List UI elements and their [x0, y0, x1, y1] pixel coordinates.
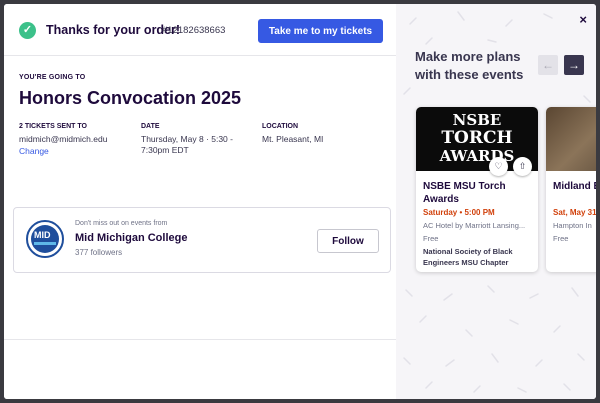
event-card-organizer: National Society of Black Engineers MSU …: [423, 247, 513, 267]
order-number: #12182638663: [162, 25, 226, 36]
order-confirmation-modal: ✓ Thanks for your order! #12182638663 Ta…: [4, 4, 596, 399]
recipient-email: midmich@midmich.edu: [19, 134, 108, 144]
tickets-sent-section: 2 TICKETS SENT TO midmich@midmich.edu Ch…: [19, 123, 139, 156]
order-header: ✓ Thanks for your order! #12182638663 Ta…: [4, 4, 396, 56]
event-card-price: Free: [423, 234, 439, 243]
share-icon[interactable]: ⇧: [513, 157, 532, 176]
event-card[interactable]: NSBE TORCH AWARDS ♡ ⇧ NSBE MSU Torch Awa…: [416, 107, 538, 272]
checkmark-icon: ✓: [19, 22, 36, 39]
location-label: LOCATION: [262, 123, 299, 130]
recommendations-heading: Make more plans with these events: [415, 49, 524, 82]
organizer-name[interactable]: Mid Michigan College: [75, 232, 187, 244]
take-me-to-tickets-button[interactable]: Take me to my tickets: [258, 19, 383, 43]
section-divider: [4, 339, 396, 340]
event-card-title[interactable]: NSBE MSU Torch Awards: [423, 180, 535, 206]
change-email-link[interactable]: Change: [19, 146, 139, 156]
carousel-prev-arrow-icon[interactable]: ←: [538, 55, 558, 75]
heart-icon[interactable]: ♡: [489, 157, 508, 176]
event-card-venue: Hampton In: [553, 221, 592, 230]
carousel-next-arrow-icon[interactable]: →: [564, 55, 584, 75]
date-section: DATE Thursday, May 8 · 5:30 - 7:30pm EDT: [141, 123, 259, 156]
event-title: Honors Convocation 2025: [19, 88, 242, 108]
date-label: DATE: [141, 123, 160, 130]
date-value: Thursday, May 8 · 5:30 - 7:30pm EDT: [141, 134, 233, 155]
follower-count: 377 followers: [75, 248, 123, 257]
event-card-price: Free: [553, 234, 569, 243]
organizer-follow-card: MID Don't miss out on events from Mid Mi…: [13, 207, 391, 273]
event-card-title[interactable]: Midland Epoxy F: [553, 180, 596, 193]
location-value: Mt. Pleasant, MI: [262, 134, 324, 144]
event-card-image: [546, 107, 596, 171]
organizer-logo-text: MID: [34, 230, 51, 240]
going-to-label: YOU'RE GOING TO: [19, 74, 86, 81]
event-card-date: Saturday • 5:00 PM: [423, 208, 495, 217]
close-icon[interactable]: ×: [579, 12, 587, 27]
location-section: LOCATION Mt. Pleasant, MI: [262, 123, 382, 145]
card-image-line: NSBE: [452, 111, 502, 129]
recommendations-panel: × Make more plans with these events ← → …: [396, 4, 596, 399]
organizer-logo: MID: [26, 220, 64, 258]
order-panel: ✓ Thanks for your order! #12182638663 Ta…: [4, 4, 396, 399]
follow-button[interactable]: Follow: [317, 229, 379, 253]
thanks-heading: Thanks for your order!: [46, 23, 181, 37]
tickets-sent-label: 2 TICKETS SENT TO: [19, 123, 87, 130]
dont-miss-text: Don't miss out on events from: [75, 220, 168, 227]
event-card-date: Sat, May 31: [553, 208, 596, 217]
event-card-venue: AC Hotel by Marriott Lansing...: [423, 221, 526, 230]
card-image-line: TORCH: [441, 128, 513, 148]
event-card[interactable]: Midland Epoxy F Sat, May 31 Hampton In F…: [546, 107, 596, 272]
